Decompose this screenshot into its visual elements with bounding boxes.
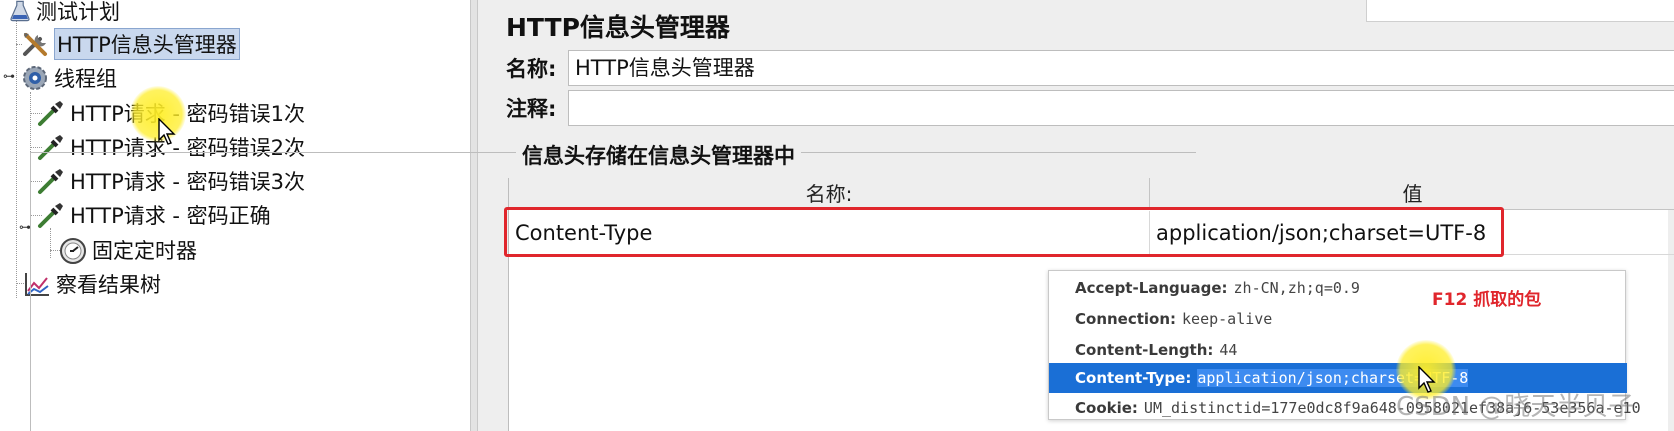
page-title: HTTP信息头管理器 — [506, 13, 730, 42]
header-key: Content-Length: — [1075, 341, 1214, 359]
column-header-name[interactable]: 名称: — [509, 178, 1150, 210]
tree-node-label: HTTP请求 - 密码错误1次 — [70, 102, 306, 126]
header-key: Accept-Language: — [1075, 279, 1228, 297]
pipette-icon — [38, 101, 63, 126]
tree-node-label: 测试计划 — [36, 0, 120, 24]
header-key: Cookie: — [1075, 399, 1138, 417]
group-title: 信息头存储在信息头管理器中 — [516, 140, 801, 170]
mouse-cursor-icon — [158, 118, 176, 145]
tree-node-thread-group[interactable]: 线程组 — [20, 61, 117, 95]
header-value: zh-CN,zh;q=0.9 — [1233, 279, 1360, 297]
tree-node-header-manager[interactable]: HTTP信息头管理器 — [20, 27, 240, 61]
comment-input[interactable] — [568, 90, 1674, 126]
header-value: 44 — [1219, 341, 1238, 359]
name-label: 名称: — [506, 57, 557, 81]
tree-node-label: HTTP信息头管理器 — [54, 28, 240, 60]
gear-icon — [23, 66, 47, 90]
tree-guide-line — [16, 20, 17, 298]
header-key: Content-Type: — [1075, 369, 1192, 387]
wrench-screwdriver-icon — [23, 33, 47, 56]
tree-node-test-plan[interactable]: 测试计划 — [8, 0, 120, 28]
header-key: Connection: — [1075, 310, 1177, 328]
comment-label: 注释: — [506, 97, 557, 121]
column-header-value[interactable]: 值 — [1150, 178, 1674, 210]
comment-row: 注释: — [506, 90, 1674, 126]
name-input[interactable]: HTTP信息头管理器 — [568, 50, 1674, 86]
name-row: 名称: HTTP信息头管理器 — [506, 50, 1674, 86]
corner-box — [1366, 0, 1674, 22]
header-row: Content-Length: 44 — [1049, 335, 1627, 365]
flask-icon — [10, 0, 30, 22]
header-value: keep-alive — [1182, 310, 1273, 328]
red-annotation-box — [504, 207, 1504, 257]
collapse-toggle-icon[interactable]: ⊶ — [3, 69, 15, 83]
tree-node-label: 线程组 — [54, 67, 117, 91]
watermark: CSDN @晓天半贝子 — [1396, 392, 1635, 422]
annotation-note: F12 抓取的包 — [1432, 290, 1542, 310]
